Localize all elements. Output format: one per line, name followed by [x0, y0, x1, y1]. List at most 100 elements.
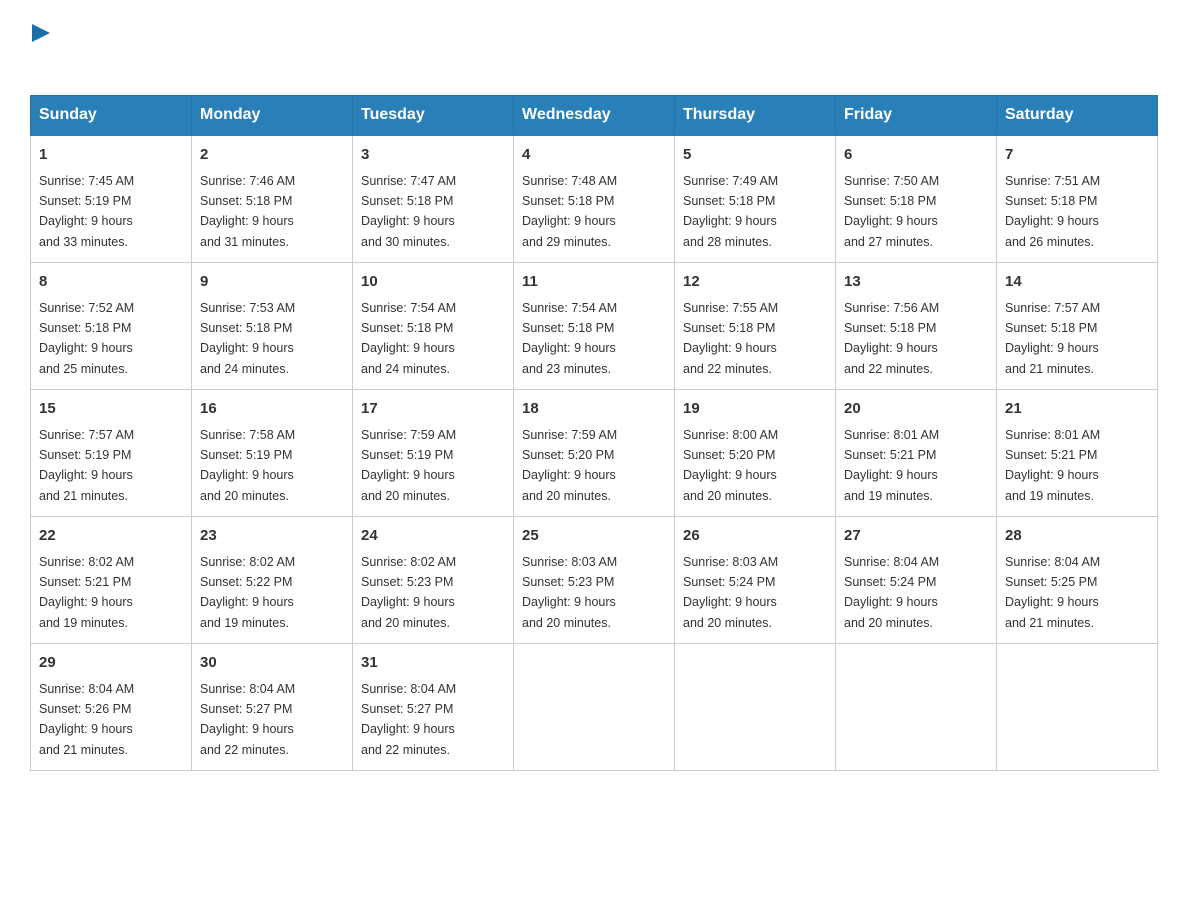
day-number: 14: [1005, 271, 1149, 294]
day-number: 5: [683, 144, 827, 167]
calendar-cell: 31 Sunrise: 8:04 AMSunset: 5:27 PMDayligh…: [353, 644, 514, 771]
day-number: 30: [200, 652, 344, 675]
calendar-cell: 9 Sunrise: 7:53 AMSunset: 5:18 PMDaylight…: [192, 263, 353, 390]
day-info: Sunrise: 7:52 AMSunset: 5:18 PMDaylight:…: [39, 301, 134, 376]
calendar-cell: [997, 644, 1158, 771]
day-info: Sunrise: 7:49 AMSunset: 5:18 PMDaylight:…: [683, 174, 778, 249]
day-number: 3: [361, 144, 505, 167]
logo: [30, 20, 54, 75]
day-number: 9: [200, 271, 344, 294]
day-number: 1: [39, 144, 183, 167]
day-number: 27: [844, 525, 988, 548]
calendar-cell: [836, 644, 997, 771]
day-info: Sunrise: 7:58 AMSunset: 5:19 PMDaylight:…: [200, 428, 295, 503]
calendar-cell: 29Sunrise: 8:04 AMSunset: 5:26 PMDayligh…: [31, 644, 192, 771]
day-number: 7: [1005, 144, 1149, 167]
calendar-cell: 17Sunrise: 7:59 AMSunset: 5:19 PMDayligh…: [353, 390, 514, 517]
day-number: 25: [522, 525, 666, 548]
day-number: 26: [683, 525, 827, 548]
header-wednesday: Wednesday: [514, 96, 675, 136]
day-info: Sunrise: 7:48 AMSunset: 5:18 PMDaylight:…: [522, 174, 617, 249]
day-number: 17: [361, 398, 505, 421]
day-info: Sunrise: 8:03 AMSunset: 5:24 PMDaylight:…: [683, 555, 778, 630]
calendar-cell: 21 Sunrise: 8:01 AMSunset: 5:21 PMDayligh…: [997, 390, 1158, 517]
calendar-cell: 11 Sunrise: 7:54 AMSunset: 5:18 PMDayligh…: [514, 263, 675, 390]
page-header: [30, 20, 1158, 75]
calendar-cell: 16 Sunrise: 7:58 AMSunset: 5:19 PMDayligh…: [192, 390, 353, 517]
calendar-cell: 14 Sunrise: 7:57 AMSunset: 5:18 PMDayligh…: [997, 263, 1158, 390]
header-tuesday: Tuesday: [353, 96, 514, 136]
day-info: Sunrise: 7:51 AMSunset: 5:18 PMDaylight:…: [1005, 174, 1100, 249]
day-info: Sunrise: 8:02 AMSunset: 5:21 PMDaylight:…: [39, 555, 134, 630]
day-info: Sunrise: 7:50 AMSunset: 5:18 PMDaylight:…: [844, 174, 939, 249]
calendar-cell: 2 Sunrise: 7:46 AMSunset: 5:18 PMDaylight…: [192, 135, 353, 263]
calendar-week-row: 15 Sunrise: 7:57 AMSunset: 5:19 PMDayligh…: [31, 390, 1158, 517]
calendar-week-row: 22 Sunrise: 8:02 AMSunset: 5:21 PMDayligh…: [31, 517, 1158, 644]
calendar-cell: 20 Sunrise: 8:01 AMSunset: 5:21 PMDayligh…: [836, 390, 997, 517]
day-number: 4: [522, 144, 666, 167]
day-info: Sunrise: 7:46 AMSunset: 5:18 PMDaylight:…: [200, 174, 295, 249]
calendar-cell: 10Sunrise: 7:54 AMSunset: 5:18 PMDayligh…: [353, 263, 514, 390]
header-sunday: Sunday: [31, 96, 192, 136]
day-number: 20: [844, 398, 988, 421]
day-info: Sunrise: 7:59 AMSunset: 5:20 PMDaylight:…: [522, 428, 617, 503]
calendar-cell: 19 Sunrise: 8:00 AMSunset: 5:20 PMDayligh…: [675, 390, 836, 517]
calendar-cell: 3Sunrise: 7:47 AMSunset: 5:18 PMDaylight…: [353, 135, 514, 263]
calendar-cell: 6 Sunrise: 7:50 AMSunset: 5:18 PMDaylight…: [836, 135, 997, 263]
day-number: 24: [361, 525, 505, 548]
day-number: 21: [1005, 398, 1149, 421]
calendar-cell: 8 Sunrise: 7:52 AMSunset: 5:18 PMDaylight…: [31, 263, 192, 390]
header-thursday: Thursday: [675, 96, 836, 136]
calendar-cell: 25 Sunrise: 8:03 AMSunset: 5:23 PMDayligh…: [514, 517, 675, 644]
day-info: Sunrise: 7:54 AMSunset: 5:18 PMDaylight:…: [522, 301, 617, 376]
calendar-cell: 28Sunrise: 8:04 AMSunset: 5:25 PMDayligh…: [997, 517, 1158, 644]
day-number: 11: [522, 271, 666, 294]
day-info: Sunrise: 7:56 AMSunset: 5:18 PMDaylight:…: [844, 301, 939, 376]
calendar-cell: 24Sunrise: 8:02 AMSunset: 5:23 PMDayligh…: [353, 517, 514, 644]
calendar-cell: 13Sunrise: 7:56 AMSunset: 5:18 PMDayligh…: [836, 263, 997, 390]
day-number: 18: [522, 398, 666, 421]
day-number: 6: [844, 144, 988, 167]
day-info: Sunrise: 8:04 AMSunset: 5:24 PMDaylight:…: [844, 555, 939, 630]
day-number: 29: [39, 652, 183, 675]
day-number: 16: [200, 398, 344, 421]
day-number: 15: [39, 398, 183, 421]
calendar-week-row: 29Sunrise: 8:04 AMSunset: 5:26 PMDayligh…: [31, 644, 1158, 771]
day-number: 22: [39, 525, 183, 548]
day-number: 8: [39, 271, 183, 294]
day-info: Sunrise: 8:01 AMSunset: 5:21 PMDaylight:…: [1005, 428, 1100, 503]
day-info: Sunrise: 8:02 AMSunset: 5:22 PMDaylight:…: [200, 555, 295, 630]
day-number: 28: [1005, 525, 1149, 548]
calendar-cell: 30 Sunrise: 8:04 AMSunset: 5:27 PMDayligh…: [192, 644, 353, 771]
day-info: Sunrise: 7:45 AMSunset: 5:19 PMDaylight:…: [39, 174, 134, 249]
calendar-cell: 4 Sunrise: 7:48 AMSunset: 5:18 PMDaylight…: [514, 135, 675, 263]
calendar-cell: 15 Sunrise: 7:57 AMSunset: 5:19 PMDayligh…: [31, 390, 192, 517]
calendar-week-row: 8 Sunrise: 7:52 AMSunset: 5:18 PMDaylight…: [31, 263, 1158, 390]
header-friday: Friday: [836, 96, 997, 136]
day-number: 2: [200, 144, 344, 167]
calendar-header-row: SundayMondayTuesdayWednesdayThursdayFrid…: [31, 96, 1158, 136]
day-info: Sunrise: 8:03 AMSunset: 5:23 PMDaylight:…: [522, 555, 617, 630]
header-monday: Monday: [192, 96, 353, 136]
day-info: Sunrise: 7:57 AMSunset: 5:18 PMDaylight:…: [1005, 301, 1100, 376]
day-info: Sunrise: 8:04 AMSunset: 5:27 PMDaylight:…: [361, 682, 456, 757]
day-info: Sunrise: 7:54 AMSunset: 5:18 PMDaylight:…: [361, 301, 456, 376]
day-info: Sunrise: 7:55 AMSunset: 5:18 PMDaylight:…: [683, 301, 778, 376]
calendar-week-row: 1 Sunrise: 7:45 AMSunset: 5:19 PMDaylight…: [31, 135, 1158, 263]
day-info: Sunrise: 7:57 AMSunset: 5:19 PMDaylight:…: [39, 428, 134, 503]
day-info: Sunrise: 8:01 AMSunset: 5:21 PMDaylight:…: [844, 428, 939, 503]
calendar-cell: 22 Sunrise: 8:02 AMSunset: 5:21 PMDayligh…: [31, 517, 192, 644]
day-info: Sunrise: 7:53 AMSunset: 5:18 PMDaylight:…: [200, 301, 295, 376]
calendar-table: SundayMondayTuesdayWednesdayThursdayFrid…: [30, 95, 1158, 771]
header-saturday: Saturday: [997, 96, 1158, 136]
calendar-cell: [514, 644, 675, 771]
day-info: Sunrise: 8:00 AMSunset: 5:20 PMDaylight:…: [683, 428, 778, 503]
day-info: Sunrise: 8:04 AMSunset: 5:27 PMDaylight:…: [200, 682, 295, 757]
day-number: 31: [361, 652, 505, 675]
day-number: 19: [683, 398, 827, 421]
calendar-cell: [675, 644, 836, 771]
calendar-cell: 26 Sunrise: 8:03 AMSunset: 5:24 PMDayligh…: [675, 517, 836, 644]
day-number: 12: [683, 271, 827, 294]
calendar-cell: 7 Sunrise: 7:51 AMSunset: 5:18 PMDaylight…: [997, 135, 1158, 263]
calendar-cell: 5 Sunrise: 7:49 AMSunset: 5:18 PMDaylight…: [675, 135, 836, 263]
